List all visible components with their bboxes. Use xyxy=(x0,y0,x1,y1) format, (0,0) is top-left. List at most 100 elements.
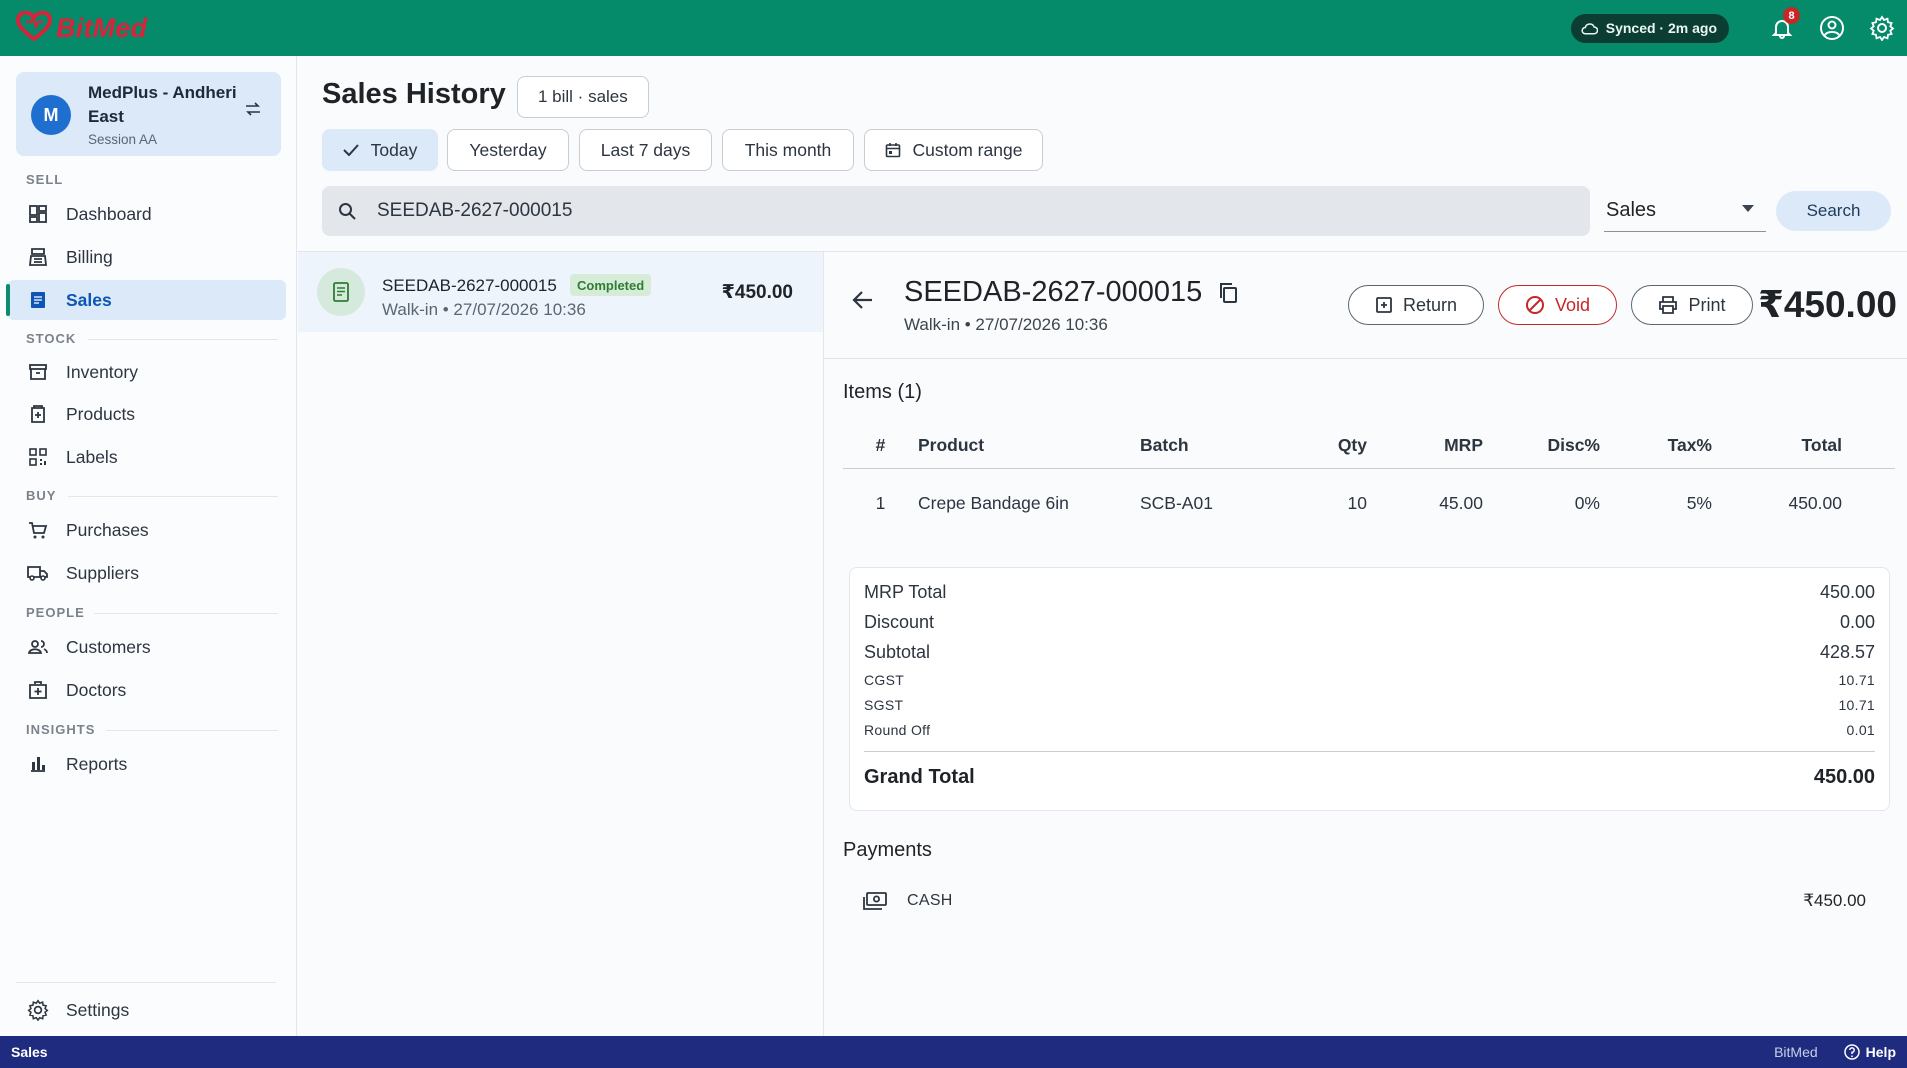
col-header-batch: Batch xyxy=(1140,423,1275,469)
totals-value: 0.01 xyxy=(1846,722,1875,738)
printer-icon xyxy=(1659,296,1678,314)
sidebar-item-reports[interactable]: Reports xyxy=(8,744,286,784)
totals-label: SGST xyxy=(864,697,904,713)
store-switcher-card[interactable]: M MedPlus - Andheri East Session AA xyxy=(16,72,281,156)
sidebar-item-products[interactable]: Products xyxy=(8,394,286,434)
cloud-icon xyxy=(1581,22,1598,34)
nav-section-people: PEOPLE xyxy=(26,605,85,620)
filter-label: Custom range xyxy=(912,139,1023,160)
search-type-select[interactable]: Sales xyxy=(1604,190,1766,232)
totals-label: Round Off xyxy=(864,722,931,738)
sidebar-item-customers[interactable]: Customers xyxy=(8,627,286,667)
table-row[interactable]: 1 Crepe Bandage 6in SCB-A01 10 45.00 0% … xyxy=(843,468,1895,538)
chevron-down-icon xyxy=(1742,205,1754,212)
totals-label: MRP Total xyxy=(864,582,947,602)
sidebar-item-doctors[interactable]: Doctors xyxy=(8,670,286,710)
gear-icon xyxy=(1869,15,1895,41)
void-button[interactable]: Void xyxy=(1498,285,1617,325)
help-button[interactable]: Help xyxy=(1843,1044,1896,1060)
sidebar-item-label: Suppliers xyxy=(66,562,139,583)
help-circle-icon xyxy=(1843,1044,1860,1060)
cell-disc: 0% xyxy=(1574,492,1600,513)
filter-last-7-days[interactable]: Last 7 days xyxy=(579,129,712,171)
sync-status-text: Synced · 2m ago xyxy=(1605,20,1717,36)
swap-store-icon[interactable] xyxy=(244,102,262,121)
nav-section-stock: STOCK xyxy=(26,331,77,346)
medical-bag-icon xyxy=(26,678,50,702)
bill-detail-number: SEEDAB-2627-000015 xyxy=(904,276,1203,308)
sidebar-item-sales[interactable]: Sales xyxy=(6,280,286,320)
sidebar-item-label: Customers xyxy=(66,636,151,657)
search-button[interactable]: Search xyxy=(1776,191,1891,231)
sidebar-item-purchases[interactable]: Purchases xyxy=(8,510,286,550)
account-button[interactable] xyxy=(1807,0,1857,56)
status-badge: Completed xyxy=(570,274,652,296)
payments-heading: Payments xyxy=(843,839,932,861)
cell-index: 1 xyxy=(875,492,886,513)
totals-label: Subtotal xyxy=(864,642,931,662)
filter-today[interactable]: Today xyxy=(322,129,438,171)
totals-label: Grand Total xyxy=(864,766,975,788)
totals-value: 0.00 xyxy=(1839,612,1875,632)
inventory-icon xyxy=(26,360,50,384)
bill-detail-subtitle: Walk-in • 27/07/2026 10:36 xyxy=(904,315,1108,334)
cart-icon xyxy=(26,518,50,542)
sidebar-item-label: Billing xyxy=(66,246,113,267)
app-logo[interactable]: BitMed xyxy=(15,9,147,46)
heart-logo-icon xyxy=(15,9,53,46)
col-header-total: Total xyxy=(1712,423,1842,469)
sidebar-item-billing[interactable]: Billing xyxy=(8,237,286,277)
sidebar-item-label: Settings xyxy=(66,999,130,1020)
totals-row-cgst: CGST 10.71 xyxy=(864,672,1875,688)
back-arrow-icon[interactable] xyxy=(852,290,874,315)
status-current-module: Sales xyxy=(11,1044,48,1060)
col-header-index: # xyxy=(843,423,918,469)
totals-label: Discount xyxy=(864,612,935,632)
filter-yesterday[interactable]: Yesterday xyxy=(447,129,569,171)
sidebar-item-settings[interactable]: Settings xyxy=(8,990,286,1030)
bill-list-item[interactable]: SEEDAB-2627-000015 Completed Walk-in • 2… xyxy=(298,252,823,332)
filter-this-month[interactable]: This month xyxy=(722,129,854,171)
cell-qty: 10 xyxy=(1347,492,1367,513)
notification-count-badge: 8 xyxy=(1783,7,1800,24)
billing-icon xyxy=(26,245,50,269)
search-input[interactable] xyxy=(377,200,1527,222)
totals-row-subtotal: Subtotal 428.57 xyxy=(864,642,1875,663)
gear-icon xyxy=(26,998,50,1022)
print-label: Print xyxy=(1688,294,1726,315)
return-button[interactable]: Return xyxy=(1348,285,1484,325)
print-button[interactable]: Print xyxy=(1631,285,1753,325)
bill-detail-amount: ₹450.00 xyxy=(1758,284,1897,325)
bill-amount: ₹450.00 xyxy=(721,282,793,303)
bill-count-chip: 1 bill · sales xyxy=(517,76,649,118)
sidebar: M MedPlus - Andheri East Session AA SELL… xyxy=(0,56,297,1036)
settings-button[interactable] xyxy=(1857,0,1907,56)
block-icon xyxy=(1525,296,1544,314)
status-brand: BitMed xyxy=(1774,1044,1818,1060)
search-type-value: Sales xyxy=(1606,199,1657,221)
copy-icon[interactable] xyxy=(1218,282,1238,309)
col-header-tax: Tax% xyxy=(1600,423,1712,469)
sidebar-item-label: Sales xyxy=(66,289,112,310)
bill-customer-date: Walk-in • 27/07/2026 10:36 xyxy=(382,300,586,319)
store-avatar: M xyxy=(31,95,71,135)
totals-card: MRP Total 450.00 Discount 0.00 Subtotal … xyxy=(849,567,1890,811)
return-label: Return xyxy=(1402,294,1458,315)
totals-value: 428.57 xyxy=(1819,642,1875,662)
sync-status-pill[interactable]: Synced · 2m ago xyxy=(1570,13,1729,43)
sidebar-item-inventory[interactable]: Inventory xyxy=(8,352,286,392)
notifications-button[interactable]: 8 xyxy=(1757,0,1807,56)
cell-mrp: 45.00 xyxy=(1439,492,1483,513)
sidebar-item-dashboard[interactable]: Dashboard xyxy=(8,194,286,234)
items-table: # Product Batch Qty MRP Disc% Tax% Total… xyxy=(843,423,1895,538)
sidebar-item-suppliers[interactable]: Suppliers xyxy=(8,553,286,593)
totals-divider xyxy=(864,751,1875,752)
qr-code-icon xyxy=(26,445,50,469)
filter-custom-range[interactable]: Custom range xyxy=(864,129,1043,171)
payment-amount: ₹450.00 xyxy=(1803,891,1866,910)
search-bar[interactable] xyxy=(322,186,1590,236)
totals-label: CGST xyxy=(864,672,905,688)
sidebar-item-label: Reports xyxy=(66,753,128,774)
page-title: Sales History xyxy=(322,78,506,110)
sidebar-item-labels[interactable]: Labels xyxy=(8,437,286,477)
